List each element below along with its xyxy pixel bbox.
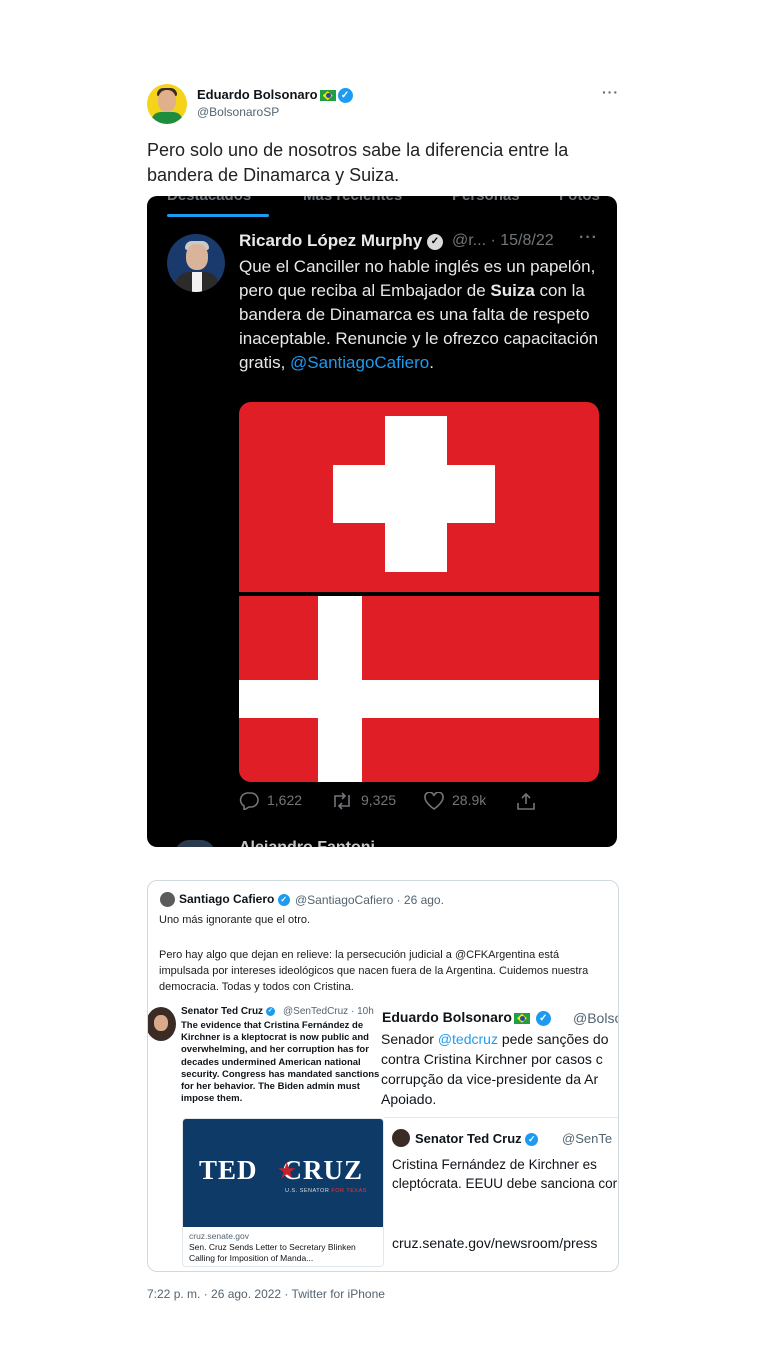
next-tweet-avatar (175, 840, 215, 847)
cruz-avatar (148, 1007, 176, 1041)
rlm-tweet-text: Que el Canciller no hable inglés es un p… (239, 257, 599, 372)
verified-badge-icon: ✓ (426, 233, 443, 250)
cruz-display-name: Senator Ted Cruz ✓ (181, 1006, 275, 1017)
cruz-quote-text: Cristina Fernández de Kirchner es cleptó… (392, 1157, 618, 1191)
verified-badge-icon: ✓ (535, 1010, 551, 1026)
tab-destacados: Destacados (167, 196, 251, 204)
eduardo-display-name: Eduardo Bolsonaro ✓ (382, 1009, 551, 1026)
more-options-icon[interactable]: ··· (602, 84, 619, 100)
author-avatar[interactable] (147, 84, 187, 124)
rlm-more-icon: ··· (579, 229, 598, 246)
cafiero-text-line2: Pero hay algo que dejan en relieve: la p… (159, 949, 589, 993)
eduardo-quote-tweet: Eduardo Bolsonaro ✓ @Bolso... Senador @t… (381, 1007, 618, 1271)
cruz-quote-name: Senator Ted Cruz ✓ (415, 1131, 539, 1147)
link-card-domain: cruz.senate.gov (189, 1231, 250, 1241)
mention-link: @SantiagoCafiero (290, 353, 430, 372)
reply-action: 1,622 (239, 792, 302, 812)
share-icon (517, 793, 535, 811)
rlm-display-name: Ricardo López Murphy ✓ (239, 231, 443, 251)
share-action (516, 792, 544, 811)
eduardo-tweet-text: Senador @tedcruz pede sanções do contra … (381, 1031, 609, 1107)
tweet-timestamp[interactable]: 7:22 p. m. · 26 ago. 2022 · Twitter for … (147, 1287, 385, 1301)
ted-cruz-banner: TED CRUZ ★ U.S. SENATOR FOR TEXAS (183, 1119, 383, 1227)
swiss-flag (239, 402, 599, 592)
author-display-name[interactable]: Eduardo Bolsonaro ✓ (197, 87, 353, 104)
cruz-handle: @SenTedCruz · 10h (283, 1006, 374, 1017)
reply-icon (239, 792, 259, 812)
active-tab-indicator (167, 214, 269, 217)
ted-cruz-logo-subtitle: U.S. SENATOR FOR TEXAS (285, 1188, 367, 1194)
cruz-quote-link: cruz.senate.gov/newsroom/press (392, 1235, 598, 1251)
cafiero-text-line1: Uno más ignorante que el otro. (159, 914, 311, 926)
tab-fotos: Fotos (559, 196, 600, 204)
cafiero-handle-date: @SantiagoCafiero · 26 ago. (295, 893, 444, 907)
like-action: 28.9k (424, 791, 486, 811)
cruz-quote-handle: @SenTe (562, 1131, 613, 1146)
cafiero-avatar (160, 892, 175, 907)
verified-badge-icon: ✓ (337, 88, 353, 104)
brazil-flag-icon (319, 90, 336, 102)
cruz-avatar-small (392, 1129, 410, 1147)
retweet-icon (334, 792, 350, 810)
verified-badge-icon: ✓ (277, 893, 290, 906)
heart-icon (424, 791, 444, 811)
flags-image (239, 402, 599, 782)
eduardo-handle: @Bolso... (573, 1010, 618, 1026)
mention-link: @tedcruz (437, 1031, 498, 1047)
danish-flag (239, 596, 599, 782)
author-name-text: Eduardo Bolsonaro (197, 87, 318, 102)
verified-badge-icon: ✓ (525, 1133, 539, 1147)
tab-personas: Personas (452, 196, 520, 204)
star-icon: ★ (277, 1158, 297, 1183)
verified-badge-icon: ✓ (265, 1006, 275, 1016)
embedded-screenshot-light[interactable]: Santiago Cafiero ✓ @SantiagoCafiero · 26… (147, 880, 619, 1272)
brazil-flag-icon (513, 1012, 530, 1024)
tab-mas-recientes: Más recientes (303, 196, 402, 204)
cruz-tweet-text: The evidence that Cristina Fernández de … (181, 1020, 380, 1105)
rlm-name-text: Ricardo López Murphy (239, 231, 423, 250)
tweet-text: Pero solo uno de nosotros sabe la difere… (147, 140, 569, 185)
cafiero-display-name: Santiago Cafiero ✓ (179, 892, 290, 906)
author-handle[interactable]: @BolsonaroSP (197, 105, 279, 119)
cruz-link-card: TED CRUZ ★ U.S. SENATOR FOR TEXAS cruz.se… (182, 1118, 384, 1267)
rlm-avatar (167, 234, 225, 292)
embedded-screenshot-dark[interactable]: Destacados Más recientes Personas Fotos … (147, 196, 617, 847)
rlm-handle-date: @r... · 15/8/22 (452, 232, 554, 249)
link-card-title: Sen. Cruz Sends Letter to Secretary Blin… (189, 1242, 356, 1263)
divider (384, 1117, 618, 1118)
next-tweet-author: Alejandro Fantoni (239, 839, 375, 847)
retweet-action: 9,325 (331, 792, 396, 810)
